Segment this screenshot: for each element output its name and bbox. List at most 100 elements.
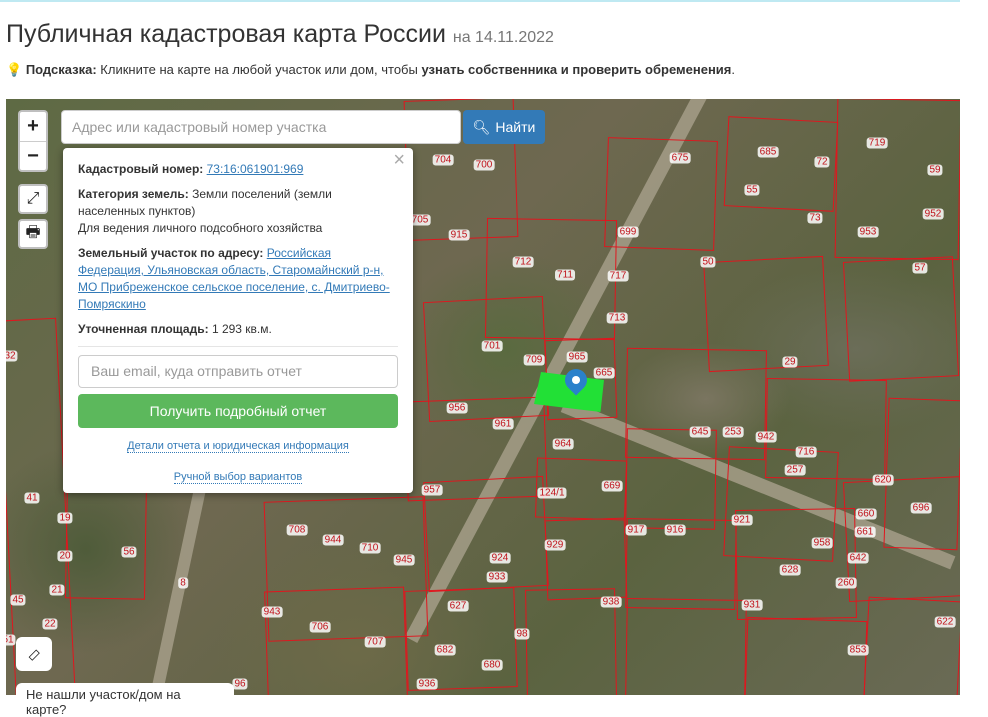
parcel-label[interactable]: 924	[489, 552, 511, 564]
parcel-label[interactable]: 98	[514, 628, 530, 640]
parcel-label[interactable]: 660	[855, 508, 877, 520]
parcel-label[interactable]: 685	[757, 146, 779, 158]
measure-button[interactable]: ▭	[16, 637, 52, 671]
parcel-label[interactable]: 931	[741, 599, 763, 611]
parcel-label[interactable]: 124/1	[537, 487, 567, 499]
parcel-label[interactable]: 936	[416, 678, 438, 690]
parcel-label[interactable]: 680	[481, 659, 503, 671]
search-input[interactable]: Адрес или кадастровый номер участка	[61, 110, 461, 144]
parcel-label[interactable]: 55	[744, 184, 760, 196]
email-input[interactable]: Ваш email, куда отправить отчет	[78, 355, 398, 388]
parcel-label[interactable]: 72	[814, 156, 830, 168]
parcel-label[interactable]: 717	[607, 270, 629, 282]
parcel-label[interactable]: 57	[912, 262, 928, 274]
parcel-label[interactable]: 915	[448, 229, 470, 241]
parcel-label[interactable]: 710	[359, 542, 381, 554]
parcel-label[interactable]: 645	[689, 426, 711, 438]
parcel-label[interactable]: 716	[795, 446, 817, 458]
parcel-label[interactable]: 665	[593, 367, 615, 379]
parcel-label[interactable]: 957	[421, 484, 443, 496]
zoom-out-button[interactable]: −	[20, 141, 46, 170]
parcel-label[interactable]: 701	[481, 340, 503, 352]
parcel-boundary[interactable]	[64, 478, 148, 600]
parcel-label[interactable]: 707	[364, 636, 386, 648]
not-found-button[interactable]: Не нашли участок/дом на карте?	[16, 683, 234, 717]
parcel-boundary[interactable]	[834, 99, 960, 261]
parcel-label[interactable]: 943	[261, 606, 283, 618]
parcel-label[interactable]: 96	[232, 678, 248, 690]
parcel-label[interactable]: 933	[486, 571, 508, 583]
parcel-label[interactable]: 958	[811, 537, 833, 549]
parcel-label[interactable]: 700	[473, 159, 495, 171]
parcel-label[interactable]: 21	[49, 584, 65, 596]
parcel-label[interactable]: 56	[121, 546, 137, 558]
parcel-label[interactable]: 51	[6, 634, 16, 646]
cadastral-number-link[interactable]: 73:16:061901:969	[207, 162, 304, 176]
print-button[interactable]: 🖶	[18, 219, 48, 249]
parcel-label[interactable]: 682	[434, 644, 456, 656]
parcel-label[interactable]: 622	[934, 616, 956, 628]
parcel-label[interactable]: 712	[512, 256, 534, 268]
parcel-label[interactable]: 696	[910, 502, 932, 514]
parcel-label[interactable]: 50	[700, 256, 716, 268]
parcel-boundary[interactable]	[264, 586, 408, 695]
parcel-label[interactable]: 708	[286, 524, 308, 536]
parcel-boundary[interactable]	[625, 428, 717, 530]
parcel-label[interactable]: 719	[866, 137, 888, 149]
parcel-label[interactable]: 669	[601, 480, 623, 492]
parcel-label[interactable]: 41	[24, 492, 40, 504]
parcel-label[interactable]: 20	[57, 550, 73, 562]
parcel-boundary[interactable]	[842, 256, 960, 382]
parcel-boundary[interactable]	[625, 597, 747, 695]
parcel-label[interactable]: 253	[722, 426, 744, 438]
parcel-label[interactable]: 713	[606, 312, 628, 324]
parcel-label[interactable]: 938	[600, 596, 622, 608]
close-icon[interactable]: ×	[393, 150, 405, 170]
parcel-label[interactable]: 73	[807, 212, 823, 224]
parcel-label[interactable]: 921	[731, 514, 753, 526]
parcel-label[interactable]: 945	[393, 554, 415, 566]
parcel-label[interactable]: 8	[178, 577, 188, 589]
parcel-label[interactable]: 711	[555, 269, 575, 281]
parcel-label[interactable]: 944	[322, 534, 344, 546]
manual-choice-link[interactable]: Ручной выбор вариантов	[173, 471, 303, 484]
parcel-label[interactable]: 942	[755, 431, 777, 443]
find-button[interactable]: 🔍︎ Найти	[463, 110, 545, 144]
parcel-label[interactable]: 709	[523, 354, 545, 366]
parcel-label[interactable]: 964	[552, 438, 574, 450]
parcel-label[interactable]: 45	[10, 594, 26, 606]
parcel-label[interactable]: 29	[782, 356, 798, 368]
parcel-label[interactable]: 257	[784, 464, 806, 476]
parcel-label[interactable]: 956	[446, 402, 468, 414]
parcel-label[interactable]: 22	[42, 618, 58, 630]
parcel-label[interactable]: 627	[447, 600, 469, 612]
parcel-label[interactable]: 699	[617, 226, 639, 238]
fullscreen-button[interactable]: ⤢	[18, 184, 48, 214]
parcel-label[interactable]: 965	[566, 351, 588, 363]
parcel-boundary[interactable]	[842, 475, 960, 603]
parcel-label[interactable]: 853	[847, 644, 869, 656]
parcel-label[interactable]: 916	[664, 524, 686, 536]
parcel-label[interactable]: 704	[432, 154, 454, 166]
parcel-label[interactable]: 929	[544, 539, 566, 551]
parcel-label[interactable]: 59	[927, 164, 943, 176]
parcel-label[interactable]: 953	[857, 226, 879, 238]
parcel-label[interactable]: 620	[872, 474, 894, 486]
parcel-label[interactable]: 661	[854, 526, 876, 538]
zoom-in-button[interactable]: +	[20, 112, 46, 141]
parcel-label[interactable]: 675	[669, 152, 691, 164]
parcel-label[interactable]: 19	[57, 512, 73, 524]
get-report-button[interactable]: Получить подробный отчет	[78, 394, 398, 428]
parcel-label[interactable]: 952	[922, 208, 944, 220]
parcel-label[interactable]: 706	[309, 621, 331, 633]
parcel-boundary[interactable]	[744, 616, 868, 695]
parcel-label[interactable]: 642	[847, 552, 869, 564]
parcel-label[interactable]: 961	[492, 418, 514, 430]
parcel-label[interactable]: 917	[625, 524, 647, 536]
parcel-label[interactable]: 32	[6, 350, 18, 362]
parcel-boundary[interactable]	[863, 596, 960, 695]
parcel-label[interactable]: 260	[835, 577, 857, 589]
cadastral-map[interactable]: 704 700 675 685 72 719 59 55 699 705 915 712 711 717 5…	[6, 99, 960, 695]
details-link[interactable]: Детали отчета и юридическая информация	[127, 440, 349, 453]
parcel-label[interactable]: 628	[779, 564, 801, 576]
